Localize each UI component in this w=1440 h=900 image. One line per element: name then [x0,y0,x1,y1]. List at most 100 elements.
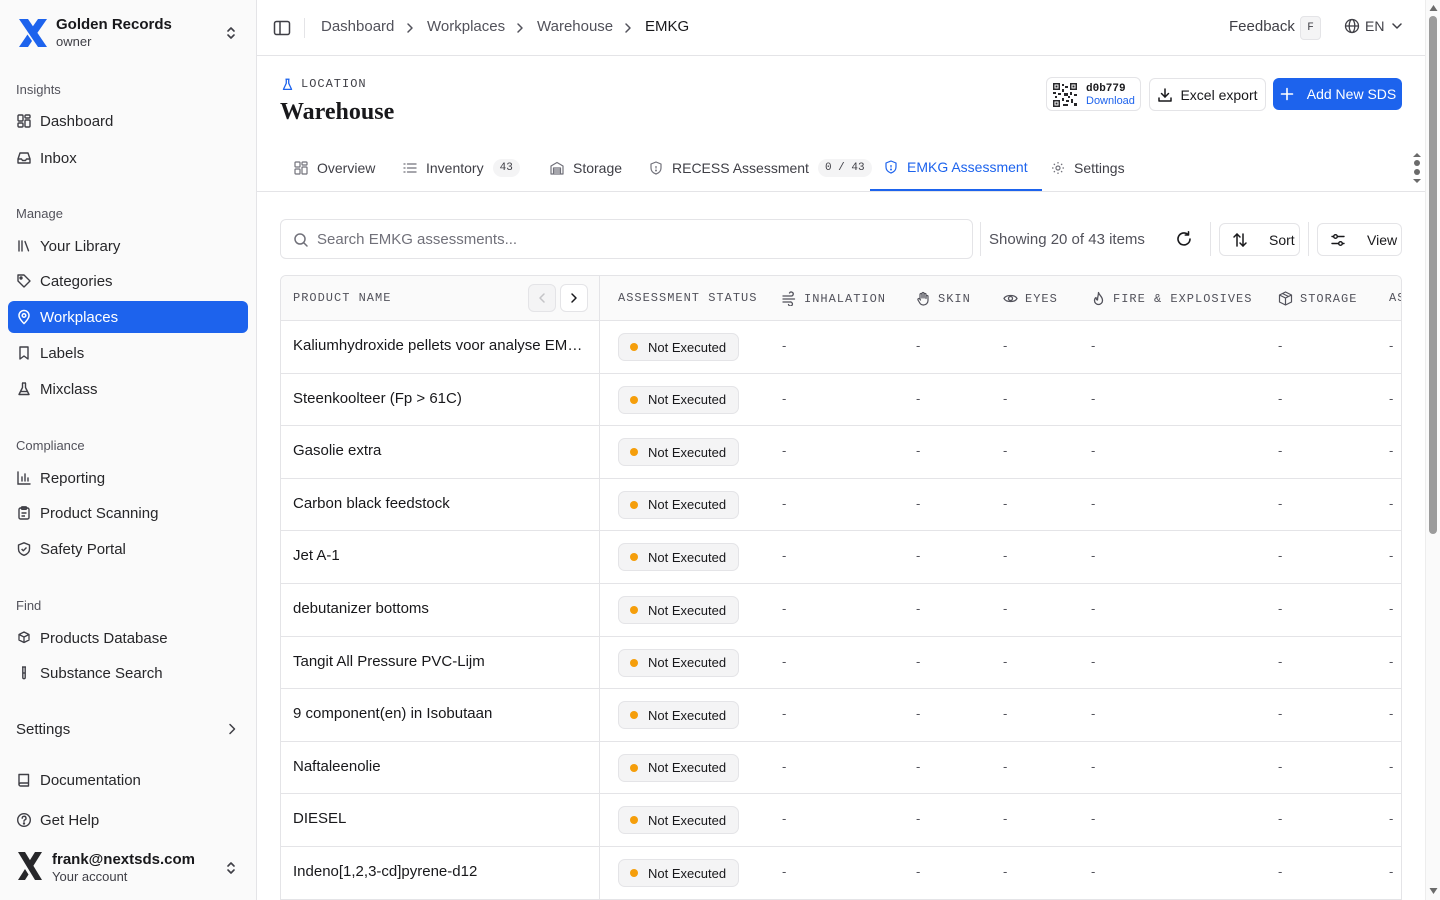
empty-value-cell: - [1278,338,1283,353]
product-name-cell[interactable]: 9 component(en) in Isobutaan [293,705,583,722]
status-badge: Not Executed [618,490,740,519]
status-dot-icon [630,658,638,667]
column-header-assessment-status[interactable]: ASSESSMENT STATUS [618,291,757,305]
column-header-fire-explosives[interactable]: FIRE & EXPLOSIVES [1091,291,1252,306]
table-row[interactable]: 9 component(en) in Isobutaan Not Executed… [281,689,1401,742]
view-label: View [1367,231,1398,248]
sidebar-item-your-library[interactable]: Your Library [8,230,248,262]
toolbar-divider [1308,222,1309,256]
scroll-down-arrow-icon[interactable] [1429,887,1438,895]
scroll-up-arrow-icon[interactable] [1429,4,1438,12]
empty-value-cell: - [1278,601,1283,616]
page-scrollbar[interactable] [1425,0,1440,900]
sidebar-item-products-database[interactable]: Products Database [8,622,248,654]
sidebar-item-label: Categories [40,272,113,290]
feedback-button[interactable]: Feedback [1229,18,1295,35]
empty-value-cell: - [1003,390,1008,406]
nav-group-compliance: Compliance [16,438,85,453]
status-label: Not Executed [648,392,727,408]
table-row[interactable]: Steenkoolteer (Fp > 61C) Not Executed - - - -… [281,374,1401,427]
product-name-cell[interactable]: debutanizer bottoms [293,600,583,617]
product-name-cell[interactable]: Steenkoolteer (Fp > 61C) [293,390,583,407]
sidebar-item-inbox[interactable]: Inbox [8,142,248,174]
empty-value-cell: - [1003,443,1008,459]
product-name-cell[interactable]: DIESEL [293,810,583,827]
empty-value-cell: - [1278,548,1283,564]
product-name-cell[interactable]: Gasolie extra [293,442,583,459]
empty-value-cell: - [1003,601,1008,616]
product-name-cell[interactable]: Jet A-1 [293,547,583,564]
table-row[interactable]: Naftaleenolie Not Executed - - - - - - [281,742,1401,795]
scrollbar-thumb[interactable] [1429,16,1437,534]
sidebar-item-safety-portal[interactable]: Safety Portal [8,533,248,565]
column-header-truncated[interactable]: AS [1389,291,1401,305]
sidebar-item-settings[interactable]: Settings [8,713,248,745]
status-badge: Not Executed [618,333,740,361]
sidebar-item-reporting[interactable]: Reporting [8,462,248,494]
tab-emkg-assessment[interactable]: EMKG Assessment [870,145,1042,191]
breadcrumb-warehouse[interactable]: Warehouse [537,18,613,35]
table-row[interactable]: Tangit All Pressure PVC-Lijm Not Executed… [281,637,1401,690]
qr-download-link[interactable]: Download [1086,95,1135,107]
sidebar-item-labels[interactable]: Labels [8,337,248,369]
sidebar-item-mixclass[interactable]: Mixclass [8,373,248,405]
chevron-right-icon [407,23,413,33]
column-header-eyes[interactable]: EYES [1003,291,1058,306]
qr-code-download[interactable]: d0b779 Download [1046,77,1141,111]
warehouse-icon [550,161,564,175]
column-header-skin[interactable]: SKIN [916,291,971,306]
sidebar-item-get-help[interactable]: Get Help [8,804,248,836]
product-name-cell[interactable]: Carbon black feedstock [293,495,583,512]
table-row[interactable]: DIESEL Not Executed - - - - - - [281,794,1401,847]
tab-overview[interactable]: Overview [294,145,375,191]
empty-value-cell: - [1278,758,1283,774]
column-header-inhalation[interactable]: INHALATION [782,291,886,306]
excel-export-button[interactable]: Excel export [1149,78,1266,111]
table-row[interactable]: debutanizer bottoms Not Executed - - - - - - [281,584,1401,637]
product-name-cell[interactable]: Kaliumhydroxide pellets voor analyse EMS… [293,337,583,354]
empty-value-cell: - [916,811,921,827]
product-name-cell[interactable]: Naftaleenolie [293,758,583,775]
tab-storage[interactable]: Storage [550,145,622,191]
empty-value-cell: - [782,706,787,722]
search-input[interactable] [317,228,957,250]
product-name-cell[interactable]: Tangit All Pressure PVC-Lijm [293,653,583,670]
status-badge: Not Executed [618,385,740,414]
table-row[interactable]: Jet A-1 Not Executed - - - - - - [281,531,1401,584]
sidebar-item-categories[interactable]: Categories [8,265,248,297]
empty-value-cell: - [782,758,787,774]
sidebar-item-product-scanning[interactable]: Product Scanning [8,497,248,529]
language-selector[interactable]: EN [1344,18,1404,34]
empty-value-cell: - [1389,653,1394,669]
refresh-icon[interactable] [1175,230,1193,248]
status-dot-icon [630,711,638,720]
tab-inventory[interactable]: Inventory 43 [403,145,520,191]
search-field[interactable] [280,219,973,259]
add-new-sds-button[interactable]: Add New SDS [1273,78,1402,110]
view-button[interactable]: View [1317,223,1402,256]
table-row[interactable]: Kaliumhydroxide pellets voor analyse EMS… [281,321,1401,374]
empty-value-cell: - [1091,758,1096,774]
table-row[interactable]: Indeno[1,2,3-cd]pyrene-d12 Not Executed - -… [281,847,1401,900]
column-header-product-name[interactable]: PRODUCT NAME [293,291,391,305]
status-dot-icon [630,606,638,614]
workspace-switcher[interactable]: Golden Records owner [0,0,256,66]
columns-prev-button[interactable] [528,284,556,312]
sidebar-item-documentation[interactable]: Documentation [8,764,248,796]
columns-next-button[interactable] [560,284,588,312]
breadcrumb-workplaces[interactable]: Workplaces [427,18,505,35]
account-menu[interactable]: frank@nextsds.com Your account [0,840,256,896]
tab-recess-assessment[interactable]: RECESS Assessment 0 / 43 [649,145,872,191]
sort-button[interactable]: Sort [1219,223,1300,256]
sidebar-item-substance-search[interactable]: Substance Search [8,657,248,689]
column-header-storage[interactable]: STORAGE [1278,291,1357,306]
table-row[interactable]: Gasolie extra Not Executed - - - - - - [281,426,1401,479]
table-row[interactable]: Carbon black feedstock Not Executed - - - - - - [281,479,1401,532]
sidebar-toggle-icon[interactable] [273,19,291,37]
tab-scroll-indicator-icon[interactable] [1411,150,1423,186]
tab-settings[interactable]: Settings [1051,145,1125,191]
sidebar-item-workplaces[interactable]: Workplaces [8,301,248,333]
sidebar-item-dashboard[interactable]: Dashboard [8,105,248,137]
product-name-cell[interactable]: Indeno[1,2,3-cd]pyrene-d12 [293,863,583,880]
breadcrumb-dashboard[interactable]: Dashboard [321,18,394,35]
